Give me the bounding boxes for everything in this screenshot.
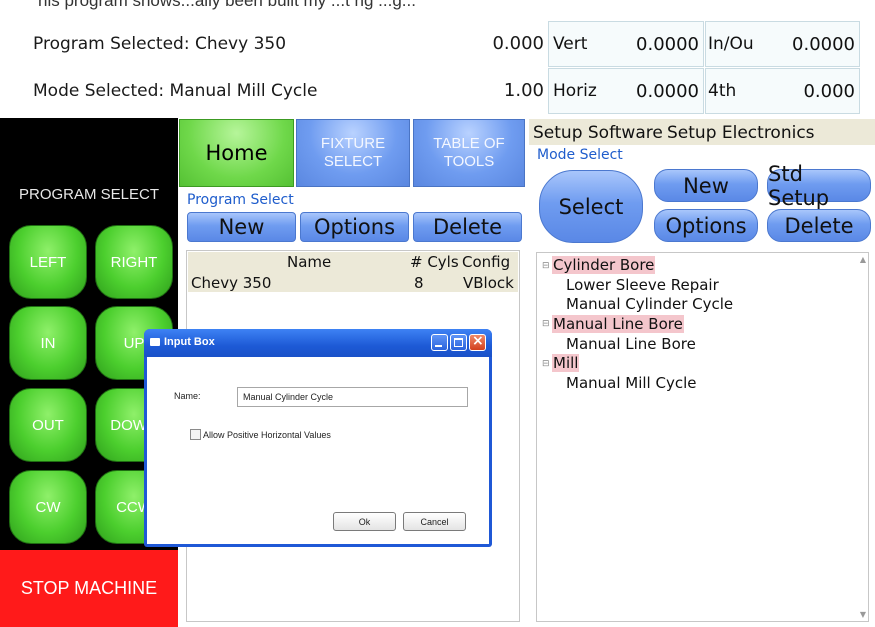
jog-right-button[interactable]: RIGHT [95,225,173,299]
column-header-name[interactable]: Name [287,253,331,271]
vert-label: Vert [553,34,588,54]
jog-in-button[interactable]: IN [9,306,87,380]
jog-out-button[interactable]: OUT [9,388,87,462]
tree-item-manual-mill-cycle[interactable]: Manual Mill Cycle [566,374,696,392]
fourth-label: 4th [708,81,737,101]
ok-button[interactable]: Ok [333,512,396,531]
scroll-up-icon[interactable]: ▲ [860,255,866,264]
jog-cw-button[interactable]: CW [9,470,87,544]
program-select-label: Program Select [187,192,294,208]
setup-electronics-menu[interactable]: Setup Electronics [667,123,815,143]
tree-item-manual-cylinder-cycle[interactable]: Manual Cylinder Cycle [566,295,733,313]
mode-std-setup-button[interactable]: Std Setup [767,162,871,210]
program-options-button[interactable]: Options [300,212,409,242]
tree-category-cylinder-bore[interactable]: Cylinder Bore [552,256,656,274]
name-input[interactable]: Manual Cylinder Cycle [237,387,468,407]
mode-select-button[interactable]: Select [539,170,643,243]
program-select-title: PROGRAM SELECT [18,186,160,203]
cancel-button[interactable]: Cancel [403,512,466,531]
scroll-down-icon[interactable]: ▼ [860,610,866,619]
inout-value: 0.0000 [792,34,855,55]
dialog-body: Name: Manual Cylinder Cycle Allow Positi… [147,357,489,544]
column-header-cyls[interactable]: # Cyls [410,253,459,271]
horiz-label: Horiz [553,81,597,101]
mode-delete-button[interactable]: Delete [767,209,871,242]
collapse-icon[interactable]: ⊟ [542,319,550,329]
row-config: VBlock [463,274,514,292]
input-box-dialog: Input Box × Name: Manual Cylinder Cycle … [144,329,492,547]
tree-item-manual-line-bore[interactable]: Manual Line Bore [566,335,696,353]
mode-options-button[interactable]: Options [654,209,758,242]
mode-tree[interactable]: ⊟ Cylinder Bore Lower Sleeve Repair Manu… [536,252,869,622]
close-icon[interactable]: × [469,333,486,351]
window-icon [150,338,160,346]
collapse-icon[interactable]: ⊟ [542,261,550,271]
program-selected-label: Program Selected: Chevy 350 [33,34,287,54]
table-row[interactable]: Chevy 350 8 VBlock [187,272,519,294]
stop-machine-button[interactable]: STOP MACHINE [0,550,178,627]
name-label: Name: [174,391,201,401]
setup-software-menu[interactable]: Setup Software [533,123,663,143]
fourth-value: 0.000 [803,81,855,102]
horiz-readout: Horiz 0.0000 [548,68,704,114]
column-header-config[interactable]: Config [462,253,510,271]
tab-home[interactable]: Home [179,119,294,187]
vert-readout: Vert 0.0000 [548,21,704,67]
inout-label: In/Ou [708,34,754,54]
horiz-value: 0.0000 [636,81,699,102]
tree-item-lower-sleeve-repair[interactable]: Lower Sleeve Repair [566,276,719,294]
program-new-button[interactable]: New [187,212,296,242]
mode-selected-value: 1.00 [503,80,544,101]
program-selected-value: 0.000 [492,33,544,54]
jog-left-button[interactable]: LEFT [9,225,87,299]
inout-readout: In/Ou 0.0000 [705,21,860,67]
vert-value: 0.0000 [636,34,699,55]
mode-select-label: Mode Select [537,147,623,163]
minimize-icon[interactable] [431,334,448,351]
collapse-icon[interactable]: ⊟ [542,359,550,369]
tab-fixture-select[interactable]: FIXTURE SELECT [296,119,410,187]
mode-new-button[interactable]: New [654,169,758,202]
dialog-title: Input Box [164,336,215,348]
fourth-axis-readout: 4th 0.000 [705,68,860,114]
row-cyls: 8 [414,274,424,292]
tree-category-mill[interactable]: Mill [552,354,580,372]
dialog-title-bar[interactable]: Input Box × [144,329,492,357]
checkbox-label: Allow Positive Horizontal Values [203,430,331,440]
program-delete-button[interactable]: Delete [413,212,522,242]
tree-category-manual-line-bore[interactable]: Manual Line Bore [552,315,684,333]
row-name: Chevy 350 [191,274,272,292]
tab-fixture-select-label: FIXTURE SELECT [320,135,386,170]
name-input-value: Manual Cylinder Cycle [243,392,334,402]
tab-table-of-tools[interactable]: TABLE OF TOOLS [413,119,525,187]
allow-positive-horizontal-checkbox[interactable] [190,429,201,440]
maximize-icon[interactable] [450,334,467,351]
mode-selected-label: Mode Selected: Manual Mill Cycle [33,81,318,101]
top-caption: his program shows...ally been built my .… [38,0,416,10]
tab-table-of-tools-label: TABLE OF TOOLS [433,135,505,170]
